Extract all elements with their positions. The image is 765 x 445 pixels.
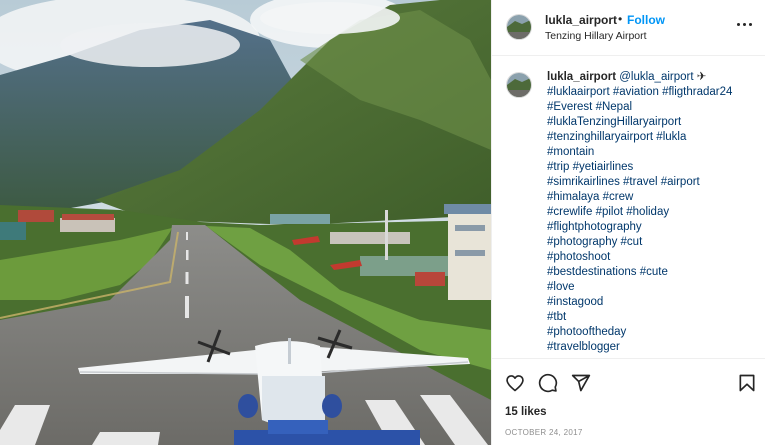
hashtag-line[interactable]: #Everest #Nepal (547, 100, 757, 115)
caption-username[interactable]: lukla_airport (547, 71, 616, 83)
share-icon[interactable] (571, 373, 591, 393)
bookmark-icon[interactable] (737, 373, 757, 393)
hashtag-line[interactable]: #photooftheday (547, 325, 757, 340)
post-caption: lukla_airport @lukla_airport ✈ #luklaair… (492, 56, 765, 358)
runway-photo (0, 0, 491, 445)
caption-text: lukla_airport @lukla_airport ✈ #luklaair… (547, 70, 757, 355)
hashtag-line[interactable]: #travelblogger (547, 340, 757, 355)
hashtag-line[interactable]: #tenzinghillaryairport #lukla (547, 130, 757, 145)
hashtag-line[interactable]: #tbt (547, 310, 757, 325)
caption-mention[interactable]: @lukla_airport (619, 71, 693, 83)
post-actions: 15 likes OCTOBER 24, 2017 (492, 358, 765, 445)
hashtag-line[interactable]: #flightphotography (547, 220, 757, 235)
follow-button[interactable]: Follow (627, 13, 665, 27)
comment-icon[interactable] (538, 373, 558, 393)
hashtag-line[interactable]: #luklaairport #aviation #fligthradar24 (547, 85, 757, 100)
post-photo[interactable] (0, 0, 491, 445)
post-location[interactable]: Tenzing Hillary Airport (545, 30, 647, 42)
hashtag-line[interactable]: #crewlife #pilot #holiday (547, 205, 757, 220)
more-horizontal-icon[interactable] (736, 18, 754, 30)
hashtag-line[interactable]: #montain (547, 145, 757, 160)
post-sidebar: lukla_airport • Follow Tenzing Hillary A… (491, 0, 765, 445)
hashtag-line[interactable]: #trip #yetiairlines (547, 160, 757, 175)
hashtag-line[interactable]: #simrikairlines #travel #airport (547, 175, 757, 190)
airplane-emoji: ✈ (696, 71, 707, 83)
like-count[interactable]: 15 likes (505, 406, 547, 418)
hashtag-line[interactable]: #luklaTenzingHillaryairport (547, 115, 757, 130)
post-header: lukla_airport • Follow Tenzing Hillary A… (492, 0, 765, 56)
caption-avatar[interactable] (506, 72, 532, 98)
separator-dot: • (618, 12, 623, 26)
avatar[interactable] (506, 14, 532, 40)
hashtag-line[interactable]: #instagood (547, 295, 757, 310)
hashtag-list: #luklaairport #aviation #fligthradar24 #E… (547, 85, 757, 355)
post-author-username[interactable]: lukla_airport (545, 13, 617, 27)
hashtag-line[interactable]: #himalaya #crew (547, 190, 757, 205)
hashtag-line[interactable]: #photography #cut (547, 235, 757, 250)
hashtag-line[interactable]: #love (547, 280, 757, 295)
post-date[interactable]: OCTOBER 24, 2017 (505, 428, 583, 437)
hashtag-line[interactable]: #photoshoot (547, 250, 757, 265)
hashtag-line[interactable]: #bestdestinations #cute (547, 265, 757, 280)
heart-icon[interactable] (505, 373, 525, 393)
